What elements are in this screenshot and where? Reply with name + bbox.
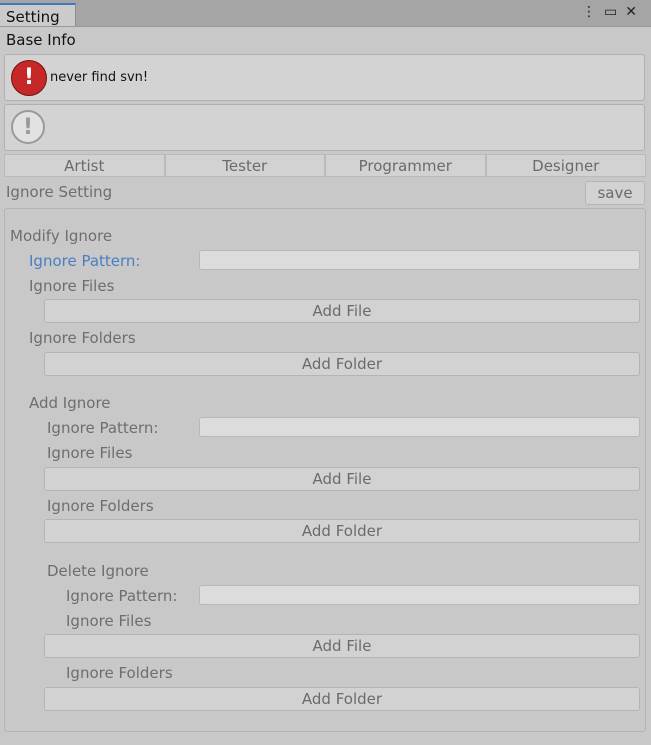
delete-ignore-title: Delete Ignore [47, 562, 149, 580]
add-add-file-button[interactable]: Add File [44, 467, 640, 491]
modify-add-folder-button[interactable]: Add Folder [44, 352, 640, 376]
error-icon: ! [11, 60, 47, 96]
add-pattern-label: Ignore Pattern: [47, 419, 159, 437]
tab-designer[interactable]: Designer [485, 154, 646, 177]
maximize-icon[interactable]: ▭ [604, 4, 625, 20]
delete-add-folder-button[interactable]: Add Folder [44, 687, 640, 711]
add-ignore-title: Add Ignore [29, 394, 111, 412]
delete-files-label: Ignore Files [66, 612, 152, 630]
window-controls: ⋮▭✕ [582, 4, 645, 20]
warning-icon: ! [11, 110, 45, 144]
delete-add-file-button[interactable]: Add File [44, 634, 640, 658]
modify-pattern-label: Ignore Pattern: [29, 252, 141, 270]
modify-ignore-title: Modify Ignore [10, 227, 113, 245]
modify-add-file-button[interactable]: Add File [44, 299, 640, 323]
role-toolbar: Artist Tester Programmer Designer [4, 154, 646, 177]
window-titlebar [0, 0, 651, 27]
delete-folders-label: Ignore Folders [66, 664, 173, 682]
menu-icon[interactable]: ⋮ [582, 4, 604, 20]
delete-pattern-input[interactable] [199, 585, 640, 605]
add-files-label: Ignore Files [47, 444, 133, 462]
tab-setting[interactable]: Setting [0, 3, 76, 26]
delete-pattern-label: Ignore Pattern: [66, 587, 178, 605]
tab-artist[interactable]: Artist [4, 154, 165, 177]
warning-helpbox: ! [4, 104, 645, 151]
tab-programmer[interactable]: Programmer [325, 154, 486, 177]
base-info-label: Base Info [6, 31, 76, 49]
modify-folders-label: Ignore Folders [29, 329, 136, 347]
close-icon[interactable]: ✕ [625, 4, 645, 20]
error-helpbox: ! never find svn! [4, 54, 645, 101]
add-pattern-input[interactable] [199, 417, 640, 437]
tab-tester[interactable]: Tester [164, 154, 325, 177]
add-add-folder-button[interactable]: Add Folder [44, 519, 640, 543]
add-folders-label: Ignore Folders [47, 497, 154, 515]
ignore-setting-label: Ignore Setting [6, 183, 113, 201]
modify-files-label: Ignore Files [29, 277, 115, 295]
error-message: never find svn! [50, 70, 149, 85]
modify-pattern-input[interactable] [199, 250, 640, 270]
save-button[interactable]: save [585, 181, 645, 205]
